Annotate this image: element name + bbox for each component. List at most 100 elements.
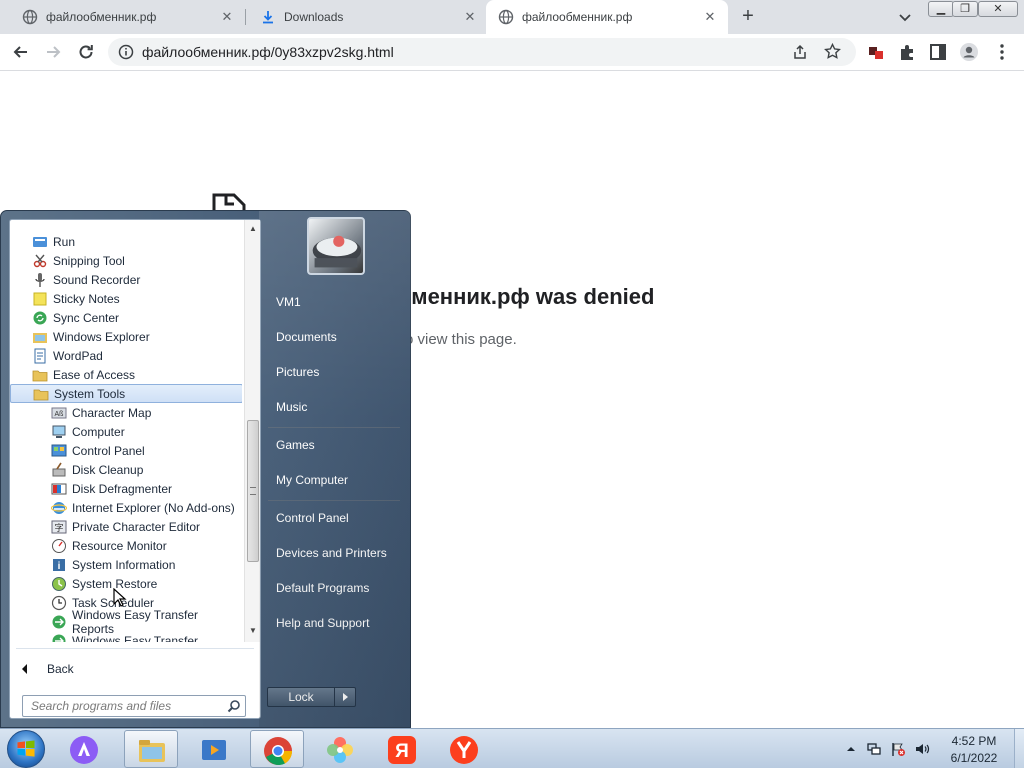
start-button[interactable] [7,730,45,768]
clock-time[interactable]: 4:52 PM [934,734,1014,748]
scroll-up-arrow-icon[interactable]: ▲ [245,222,261,236]
start-item-help-support[interactable]: Help and Support [268,609,408,637]
svg-text:字: 字 [54,522,63,533]
wordpad-icon [34,348,46,363]
action-center-flag-icon[interactable] [890,741,906,757]
media-player-icon [202,740,226,760]
tab-search-chevron-icon[interactable] [896,8,914,26]
program-item[interactable]: WordPad [10,346,242,365]
program-item[interactable]: Disk Defragmenter [10,479,242,498]
start-item-user[interactable]: VM1 [268,288,408,316]
start-item-control-panel[interactable]: Control Panel [268,504,408,532]
new-tab-button[interactable]: + [737,6,759,28]
taskbar-chrome[interactable] [250,730,304,768]
tab-1[interactable]: файлообменник.рф ✕ [0,0,245,34]
search-input[interactable] [23,696,223,716]
program-label: Snipping Tool [53,253,125,268]
program-label: Private Character Editor [72,519,201,534]
taskbar-media-player[interactable] [187,730,241,768]
start-item-default-programs[interactable]: Default Programs [268,574,408,602]
close-tab-icon[interactable]: ✕ [219,9,235,25]
user-picture-icon [312,235,362,268]
close-tab-icon[interactable]: ✕ [702,9,718,25]
tab-3-active[interactable]: файлообменник.рф ✕ [486,0,728,34]
program-item[interactable]: i System Information [10,555,242,574]
start-item-games[interactable]: Games [268,431,408,459]
folder-icon [33,389,49,400]
reload-icon[interactable] [76,42,96,62]
info-icon[interactable] [118,44,134,60]
taskbar-yandex[interactable]: Я [375,730,429,768]
taskbar-photo-app[interactable] [313,730,367,768]
programs-scrollbar[interactable]: ▲ ▼ [244,220,260,642]
program-item[interactable]: Windows Explorer [10,327,242,346]
start-item-music[interactable]: Music [268,393,408,421]
program-label: Ease of Access [53,367,136,382]
show-desktop-button[interactable] [1014,729,1024,768]
sticky-note-icon [33,292,47,305]
menu-kebab-icon[interactable] [992,42,1012,62]
restore-button[interactable]: ❐ [952,1,978,17]
program-item[interactable]: Sync Center [10,308,242,327]
character-editor-icon: 字 [51,520,67,533]
show-hidden-icons-chevron-icon[interactable] [843,741,859,757]
program-item[interactable]: Windows Easy Transfer [10,631,242,642]
start-item-documents[interactable]: Documents [268,323,408,351]
program-item[interactable]: Windows Easy Transfer Reports [10,608,242,636]
taskbar-file-explorer[interactable] [124,730,178,768]
forward-arrow-icon[interactable] [43,42,63,62]
scroll-down-arrow-icon[interactable]: ▼ [245,624,261,638]
program-item[interactable]: Sticky Notes [10,289,242,308]
program-item[interactable]: Computer [10,422,242,441]
minimize-button[interactable]: ▁ [928,1,954,17]
start-item-devices-printers[interactable]: Devices and Printers [268,539,408,567]
back-button[interactable]: Back [18,658,254,680]
search-icon[interactable] [227,699,241,713]
taskbar-yandex-browser[interactable] [437,730,491,768]
divider [16,648,254,649]
user-avatar[interactable] [307,217,365,275]
side-panel-icon[interactable] [928,42,948,62]
program-item[interactable]: Disk Cleanup [10,460,242,479]
download-icon [263,11,273,24]
start-item-pictures[interactable]: Pictures [268,358,408,386]
profile-avatar-icon[interactable] [959,42,979,62]
program-label: Internet Explorer (No Add-ons) [72,500,235,515]
svg-text:Aß: Aß [55,411,64,418]
scissors-icon [33,254,47,267]
network-icon[interactable] [866,741,882,757]
close-tab-icon[interactable]: ✕ [462,9,478,25]
program-item[interactable]: Aß Character Map [10,403,242,422]
address-bar[interactable]: файлообменник.рф/0y83xzpv2skg.html [108,38,856,66]
program-label: Sync Center [53,310,120,325]
program-item[interactable]: Control Panel [10,441,242,460]
search-box[interactable] [22,695,246,717]
share-icon[interactable] [792,44,808,60]
back-arrow-icon[interactable] [11,42,31,62]
character-map-icon: Aß [51,407,67,418]
program-item[interactable]: Ease of Access [10,365,242,384]
lock-button[interactable]: Lock [267,687,335,707]
program-item[interactable]: Internet Explorer (No Add-ons) [10,498,242,517]
yandex-browser-icon [450,736,478,764]
explorer-icon [33,332,47,343]
scroll-thumb[interactable] [247,420,259,562]
extension-red-icon[interactable] [866,42,886,62]
close-window-button[interactable]: ✕ [978,1,1018,17]
taskbar-alice[interactable] [57,730,111,768]
clock-date[interactable]: 6/1/2022 [934,751,1014,765]
shutdown-options-arrow-icon[interactable] [335,687,356,707]
divider [268,500,400,501]
program-item[interactable]: System Tools [10,384,242,403]
volume-speaker-icon[interactable] [914,741,930,757]
tab-2[interactable]: Downloads ✕ [238,0,488,34]
program-item[interactable]: Snipping Tool [10,251,242,270]
program-item[interactable]: 字 Private Character Editor [10,517,242,536]
start-item-my-computer[interactable]: My Computer [268,466,408,494]
program-item[interactable]: Resource Monitor [10,536,242,555]
computer-icon [52,425,66,438]
program-item[interactable]: Run [10,232,242,251]
extensions-puzzle-icon[interactable] [897,42,917,62]
bookmark-star-icon[interactable] [824,43,841,60]
program-item[interactable]: Sound Recorder [10,270,242,289]
